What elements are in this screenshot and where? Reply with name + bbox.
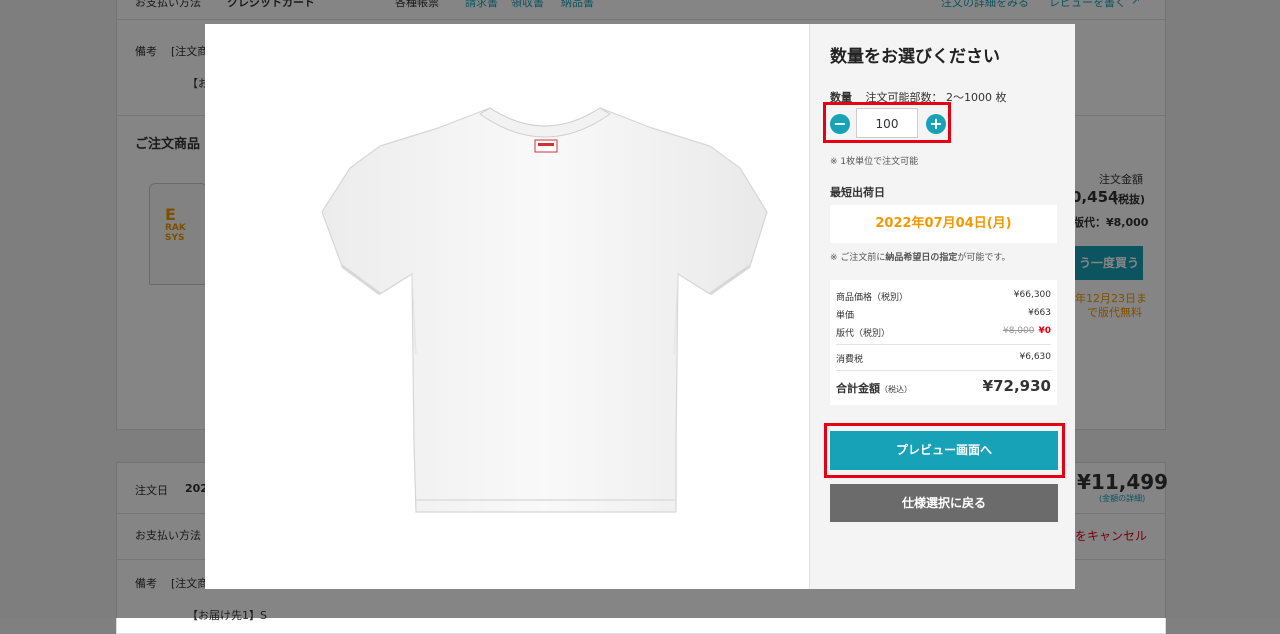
plate-fee-discounted: ¥0: [1038, 326, 1051, 336]
tax-row: 消費税 ¥6,630: [836, 352, 1051, 365]
product-price-label: 商品価格（税別）: [836, 293, 909, 303]
quantity-input[interactable]: 100: [856, 108, 918, 138]
preview-button[interactable]: プレビュー画面へ: [830, 431, 1058, 470]
product-price-value: ¥66,300: [1013, 290, 1051, 300]
price-summary: 商品価格（税別） ¥66,300 単価 ¥663 版代（税別） ¥8,000 ¥0…: [830, 280, 1057, 405]
product-image-pane: [205, 24, 809, 589]
divider: [836, 370, 1051, 371]
delivery-note-prefix: ※ ご注文前に: [830, 253, 886, 263]
total-row: 合計金額（税込） ¥72,930: [836, 377, 1051, 396]
product-price-row: 商品価格（税別） ¥66,300: [836, 290, 1051, 303]
plus-circle-icon[interactable]: +: [926, 114, 946, 134]
shipping-label: 最短出荷日: [830, 186, 885, 199]
unit-price-label: 単価: [836, 311, 855, 321]
total-label: 合計金額: [836, 382, 880, 395]
shipping-date: 2022年07月04日(月): [830, 205, 1057, 243]
total-tax-note: （税込）: [880, 385, 912, 394]
tax-value: ¥6,630: [1019, 352, 1052, 362]
plate-fee-row: 版代（税別） ¥8,000 ¥0: [836, 326, 1051, 339]
tax-label: 消費税: [836, 355, 864, 365]
delivery-note-suffix: が可能です。: [957, 253, 1011, 263]
total-value: ¥72,930: [982, 377, 1051, 395]
quantity-modal: 数量をお選びください 数量 注文可能部数： 2〜1000 枚 − 100 + ※…: [205, 24, 1075, 589]
modal-title: 数量をお選びください: [830, 47, 1000, 67]
unit-price-row: 単価 ¥663: [836, 308, 1051, 321]
order-options-panel: 数量をお選びください 数量 注文可能部数： 2〜1000 枚 − 100 + ※…: [809, 24, 1075, 589]
delivery-note-bold: 納品希望日の指定: [885, 253, 958, 263]
tshirt-image: [321, 107, 768, 513]
plate-fee-value: ¥8,000 ¥0: [1003, 326, 1051, 336]
minus-circle-icon[interactable]: −: [830, 114, 850, 134]
plate-fee-original: ¥8,000: [1002, 326, 1035, 336]
unit-note: ※ 1枚単位で注文可能: [830, 157, 919, 167]
divider: [836, 344, 1051, 345]
back-to-spec-button[interactable]: 仕様選択に戻る: [830, 484, 1058, 522]
delivery-note: ※ ご注文前に納品希望日の指定が可能です。: [830, 250, 1011, 263]
plate-fee-label: 版代（税別）: [836, 329, 891, 339]
unit-price-value: ¥663: [1028, 308, 1051, 318]
